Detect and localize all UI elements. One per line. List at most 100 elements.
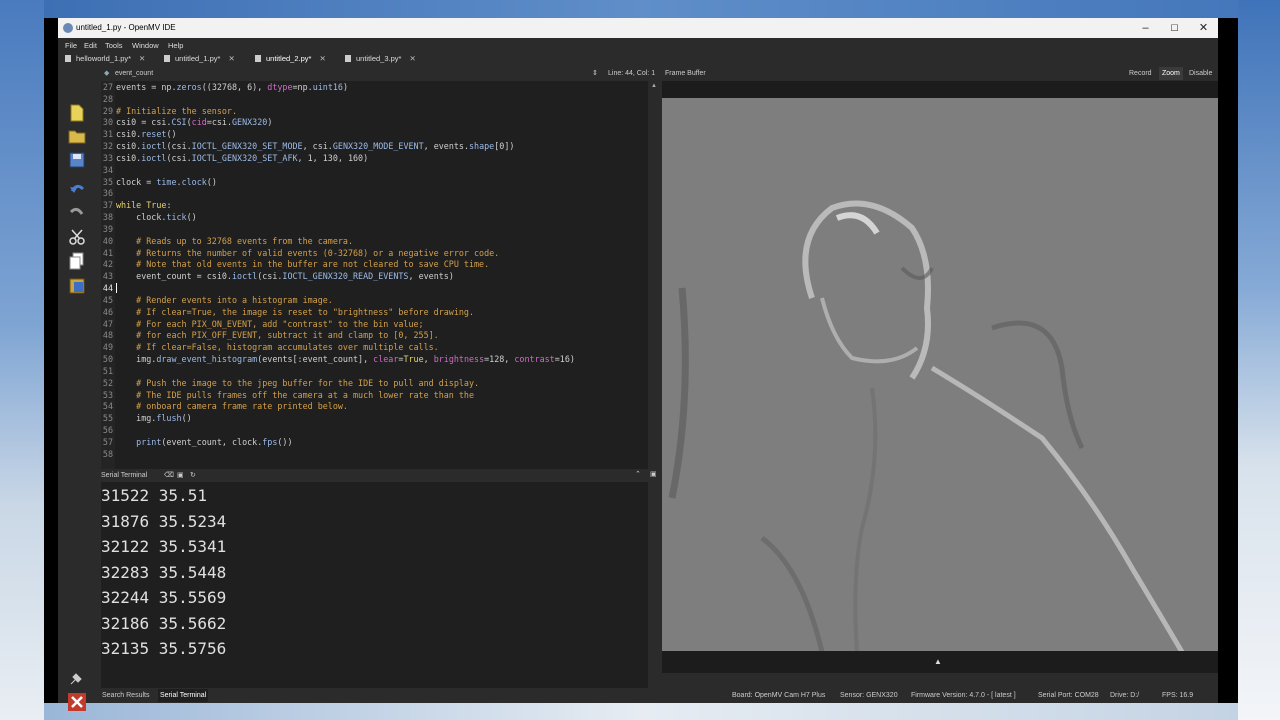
file-tab-helloworld[interactable]: helloworld_1.py* ✕ — [65, 52, 145, 66]
tab-search-results[interactable]: Search Results — [102, 692, 149, 699]
code-text: event_count = csi0.ioctl(csi.IOCTL_GENX3… — [116, 271, 454, 282]
title-bar: untitled_1.py - OpenMV IDE – ☐ ✕ — [58, 18, 1218, 38]
serial-line: 32135 35.5756 — [101, 639, 227, 658]
frame-buffer-bottom: ▲ — [662, 651, 1218, 673]
code-text: clock = time.clock() — [116, 176, 217, 187]
refresh-icon[interactable]: ↻ — [190, 471, 196, 479]
close-tab-icon[interactable]: ✕ — [319, 54, 325, 63]
cursor-position[interactable]: Line: 44, Col: 1 — [608, 70, 655, 77]
close-tab-icon[interactable]: ✕ — [228, 54, 234, 63]
code-text: # The IDE pulls frames off the camera at… — [136, 389, 474, 400]
drive-status[interactable]: Drive: D:/ — [1110, 692, 1139, 699]
clear-terminal-icon[interactable]: ⌫ — [164, 471, 174, 479]
board-status[interactable]: Board: OpenMV Cam H7 Plus — [732, 692, 825, 699]
desktop-bottom-wallpaper — [44, 703, 1238, 720]
paste-icon[interactable] — [68, 276, 86, 294]
maximize-button[interactable]: ☐ — [1160, 18, 1189, 38]
copy-icon[interactable] — [68, 252, 86, 270]
connect-plug-icon[interactable] — [68, 669, 86, 687]
code-text: # If clear=False, histogram accumulates … — [136, 342, 439, 353]
collapse-icon[interactable]: ⌃ — [635, 470, 641, 478]
serial-line: 32283 35.5448 — [101, 563, 227, 582]
frame-buffer-title: Frame Buffer — [665, 70, 706, 77]
code-text: # Reads up to 32768 events from the came… — [136, 235, 353, 246]
file-tab-untitled-3[interactable]: untitled_3.py* ✕ — [345, 52, 416, 66]
serial-port-status[interactable]: Serial Port: COM28 — [1038, 692, 1099, 699]
serial-line: 32122 35.5341 — [101, 537, 227, 556]
selector-arrows-icon[interactable]: ⇕ — [592, 69, 598, 77]
function-selector[interactable]: event_count — [115, 70, 153, 77]
file-tab-untitled-2[interactable]: untitled_2.py* ✕ — [255, 52, 326, 66]
code-text: events = np.zeros((32768, 6), dtype=np.u… — [116, 82, 348, 92]
line-number: 48 — [102, 330, 113, 341]
line-number: 49 — [102, 342, 113, 353]
line-number: 47 — [102, 318, 113, 329]
minimize-button[interactable]: – — [1131, 18, 1160, 38]
record-button[interactable]: Record — [1129, 70, 1152, 77]
cut-icon[interactable] — [68, 228, 86, 246]
expand-histogram-icon[interactable]: ▲ — [934, 657, 942, 666]
line-number: 58 — [102, 448, 113, 459]
function-icon: ◆ — [104, 70, 110, 77]
line-number: 37 — [102, 200, 113, 211]
zoom-button[interactable]: Zoom — [1159, 67, 1183, 80]
code-text: # Returns the number of valid events (0-… — [136, 247, 500, 258]
line-number: 40 — [102, 235, 113, 246]
code-text: # If clear=True, the image is reset to "… — [136, 306, 474, 317]
desktop-left-wallpaper — [0, 0, 44, 720]
line-number: 51 — [102, 365, 113, 376]
code-text: while True: — [116, 200, 172, 211]
maximize-pane-icon[interactable]: ▣ — [650, 470, 657, 478]
line-number: 30 — [102, 117, 113, 128]
close-button[interactable]: ✕ — [1189, 18, 1218, 38]
line-number: 39 — [102, 223, 113, 234]
file-tab-untitled-1[interactable]: untitled_1.py* ✕ — [164, 52, 235, 66]
menu-file[interactable]: File — [65, 41, 77, 50]
desktop-top-wallpaper — [44, 0, 1238, 18]
bottom-tab-bar: Search Results Serial Terminal — [101, 688, 659, 703]
menu-help[interactable]: Help — [168, 41, 183, 50]
save-log-icon[interactable]: ▣ — [177, 471, 184, 479]
menu-tools[interactable]: Tools — [105, 41, 123, 50]
line-number: 55 — [102, 413, 113, 424]
code-text: csi0 = csi.CSI(cid=csi.GENX320) — [116, 117, 273, 128]
line-number: 42 — [102, 259, 113, 270]
code-text: # Push the image to the jpeg buffer for … — [136, 377, 480, 388]
file-icon — [164, 55, 170, 62]
serial-terminal-output[interactable]: 31522 35.51 31876 35.5234 32122 35.5341 … — [101, 482, 648, 688]
line-number: 54 — [102, 401, 113, 412]
stop-script-icon[interactable] — [68, 693, 86, 711]
save-icon[interactable] — [68, 151, 86, 169]
editor-scrollbar[interactable]: ▲ ▼ — [648, 81, 659, 481]
new-file-icon[interactable] — [68, 104, 86, 122]
serial-terminal-header: Serial Terminal ⌫ ▣ ↻ ⌃ ▣ — [101, 469, 659, 482]
open-folder-icon[interactable] — [68, 127, 86, 145]
code-text: clock.tick() — [116, 212, 197, 223]
menu-window[interactable]: Window — [132, 41, 159, 50]
fps-status: FPS: 16.9 — [1162, 692, 1194, 699]
line-number: 31 — [102, 129, 113, 140]
menu-bar: File Edit Tools Window Help — [58, 38, 1218, 52]
text-cursor — [116, 283, 117, 294]
line-number: 29 — [102, 105, 113, 116]
close-tab-icon[interactable]: ✕ — [409, 54, 415, 63]
sensor-status[interactable]: Sensor: GENX320 — [840, 692, 898, 699]
line-number: 46 — [102, 306, 113, 317]
firmware-status[interactable]: Firmware Version: 4.7.0 - [ latest ] — [911, 692, 1016, 699]
code-editor[interactable]: 27 events = np.zeros((32768, 6), dtype=np… — [101, 81, 648, 481]
disable-button[interactable]: Disable — [1189, 70, 1212, 77]
undo-icon[interactable] — [68, 180, 86, 198]
line-number: 34 — [102, 164, 113, 175]
file-icon — [65, 55, 71, 62]
close-tab-icon[interactable]: ✕ — [139, 54, 145, 63]
line-number: 44 — [102, 283, 113, 294]
frame-buffer-header: Frame Buffer Record Zoom Disable — [662, 66, 1218, 81]
ide-window: untitled_1.py - OpenMV IDE – ☐ ✕ File Ed… — [58, 18, 1218, 711]
code-text — [116, 283, 117, 294]
redo-icon[interactable] — [68, 203, 86, 221]
menu-edit[interactable]: Edit — [84, 41, 97, 50]
tab-serial-terminal[interactable]: Serial Terminal — [158, 689, 209, 702]
line-number: 35 — [102, 176, 113, 187]
serial-line: 31522 35.51 — [101, 486, 207, 505]
scroll-up-icon[interactable]: ▲ — [651, 83, 657, 89]
